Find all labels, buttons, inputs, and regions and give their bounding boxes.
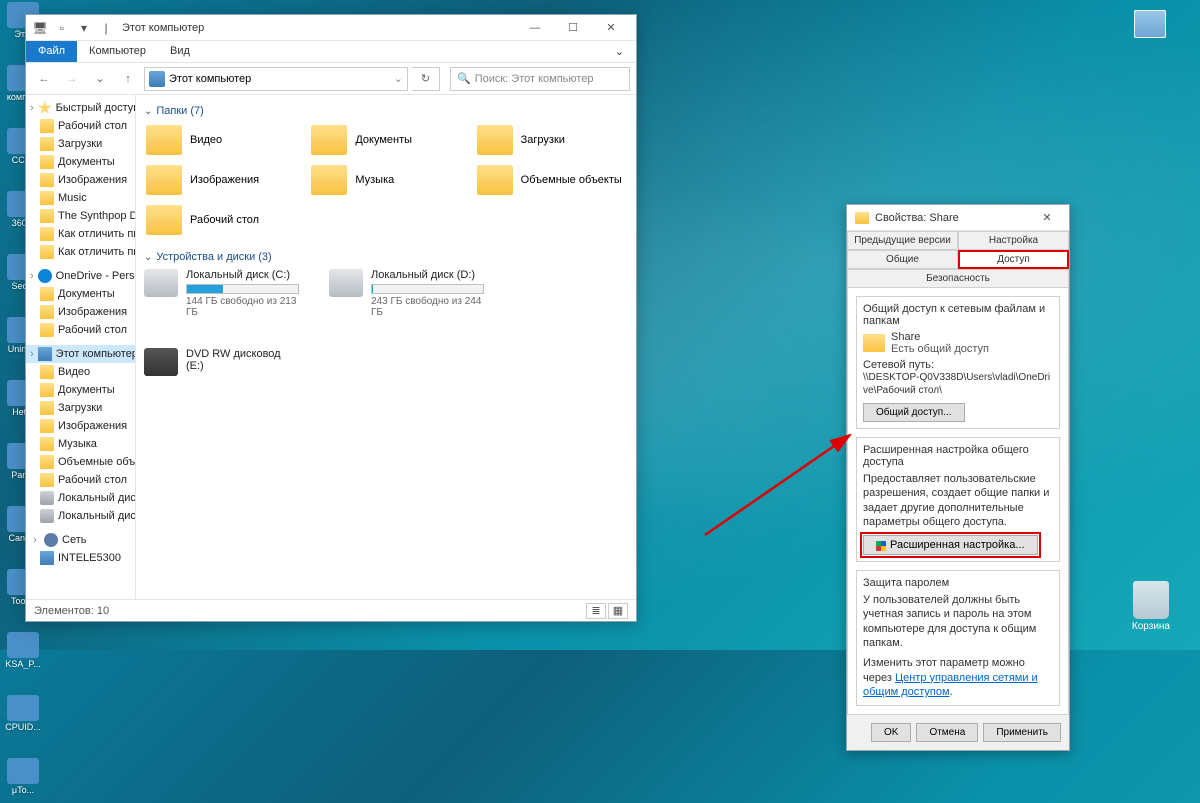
drive-item[interactable]: DVD RW дисковод (E:) [144, 348, 299, 376]
up-button[interactable]: ↑ [116, 67, 140, 91]
apply-button[interactable]: Применить [983, 723, 1061, 742]
nav-item[interactable]: Music [26, 189, 135, 207]
folder-item[interactable]: Видео [144, 123, 297, 157]
view-details-button[interactable]: ≣ [586, 603, 606, 619]
desktop-icon[interactable]: KSA_P... [2, 632, 44, 677]
tab-general[interactable]: Общие [847, 250, 958, 269]
maximize-button[interactable]: ☐ [554, 16, 592, 40]
explorer-window: 🖥 ▫ ▾ | Этот компьютер — ☐ ✕ Файл Компью… [25, 14, 637, 622]
dialog-footer: OK Отмена Применить [847, 715, 1069, 750]
status-bar: Элементов: 10 ≣ ▦ [26, 599, 636, 621]
nav-onedrive[interactable]: OneDrive - Personal [26, 267, 135, 285]
nav-item[interactable]: Видео [26, 363, 135, 381]
dropdown-icon[interactable]: ▾ [76, 20, 92, 36]
advanced-sharing-button[interactable]: Расширенная настройка... [863, 535, 1038, 555]
nav-item[interactable]: Документы [26, 381, 135, 399]
nav-item[interactable]: Изображения [26, 171, 135, 189]
nav-item[interactable]: INTELE5300 [26, 549, 135, 567]
path-box[interactable]: Этот компьютер ⌄ [144, 67, 408, 91]
tab-previous-versions[interactable]: Предыдущие версии [847, 231, 958, 250]
tab-security[interactable]: Безопасность [847, 269, 1069, 288]
tab-file[interactable]: Файл [26, 41, 77, 62]
password-group: Защита паролем У пользователей должны бы… [856, 570, 1060, 706]
folder-item[interactable]: Объемные объекты [475, 163, 628, 197]
nav-item[interactable]: Изображения [26, 303, 135, 321]
item-count: Элементов: 10 [34, 605, 109, 617]
drive-item[interactable]: Локальный диск (C:)144 ГБ свободно из 21… [144, 269, 299, 318]
folder-icon: ▫ [54, 20, 70, 36]
content-pane: Папки (7) Видео Документы Загрузки Изображе… [136, 95, 636, 599]
nav-network[interactable]: Сеть [26, 531, 135, 549]
nav-item[interactable]: Рабочий стол [26, 321, 135, 339]
properties-dialog: Свойства: Share ✕ Предыдущие версии Наст… [846, 204, 1070, 751]
window-title: Этот компьютер [122, 22, 204, 34]
pc-icon: 🖥 [32, 20, 48, 36]
nav-item[interactable]: Загрузки [26, 399, 135, 417]
nav-this-pc[interactable]: Этот компьютер [26, 345, 135, 363]
nav-item[interactable]: Как отличить пира [26, 243, 135, 261]
nav-item[interactable]: Рабочий стол [26, 471, 135, 489]
close-button[interactable]: ✕ [592, 16, 630, 40]
folder-item[interactable]: Документы [309, 123, 462, 157]
recycle-bin[interactable]: Корзина [1132, 581, 1170, 632]
folder-item[interactable]: Музыка [309, 163, 462, 197]
trash-icon [1133, 581, 1169, 619]
pc-icon [149, 71, 165, 87]
shield-icon [876, 541, 886, 551]
tab-customize[interactable]: Настройка [958, 231, 1069, 250]
cancel-button[interactable]: Отмена [916, 723, 978, 742]
nav-item[interactable]: Рабочий стол [26, 117, 135, 135]
share-button[interactable]: Общий доступ... [863, 403, 965, 422]
group-folders[interactable]: Папки (7) [144, 101, 628, 123]
ok-button[interactable]: OK [871, 723, 911, 742]
nav-item[interactable]: Как отличить пира [26, 225, 135, 243]
folder-icon [855, 212, 869, 224]
tab-view[interactable]: Вид [158, 41, 202, 62]
desktop-icon[interactable]: μTo... [2, 758, 44, 803]
advanced-sharing-group: Расширенная настройка общего доступа Пре… [856, 437, 1060, 562]
chevron-down-icon[interactable]: ⌄ [394, 72, 403, 85]
folder-item[interactable]: Изображения [144, 163, 297, 197]
nav-item[interactable]: Музыка [26, 435, 135, 453]
tab-computer[interactable]: Компьютер [77, 41, 158, 62]
drive-item[interactable]: Локальный диск (D:)243 ГБ свободно из 24… [329, 269, 484, 318]
nav-quick-access[interactable]: Быстрый доступ [26, 99, 135, 117]
network-sharing-group: Общий доступ к сетевым файлам и папкам S… [856, 296, 1060, 429]
tabs: Предыдущие версии Настройка Общие Доступ… [847, 231, 1069, 288]
recent-button[interactable]: ⌄ [88, 67, 112, 91]
dialog-titlebar[interactable]: Свойства: Share ✕ [847, 205, 1069, 231]
minimize-button[interactable]: — [516, 16, 554, 40]
nav-item[interactable]: Документы [26, 285, 135, 303]
refresh-button[interactable]: ↻ [412, 67, 440, 91]
desktop-icon[interactable]: CPUID... [2, 695, 44, 740]
accounts-icon[interactable] [1134, 10, 1166, 38]
forward-button[interactable]: → [60, 67, 84, 91]
address-bar: ← → ⌄ ↑ Этот компьютер ⌄ ↻ Поиск: Этот к… [26, 63, 636, 95]
nav-item[interactable]: Изображения [26, 417, 135, 435]
nav-item[interactable]: Объемные объекты [26, 453, 135, 471]
tab-sharing[interactable]: Доступ [958, 250, 1069, 269]
nav-item[interactable]: The Synthpop Disco [26, 207, 135, 225]
nav-item[interactable]: Локальный диск (D:) [26, 507, 135, 525]
view-icons-button[interactable]: ▦ [608, 603, 628, 619]
ribbon-expand[interactable]: ⌄ [603, 41, 636, 62]
folder-item[interactable]: Загрузки [475, 123, 628, 157]
folder-icon [863, 334, 885, 352]
nav-item[interactable]: Локальный диск (C:) [26, 489, 135, 507]
ribbon-tabs: Файл Компьютер Вид ⌄ [26, 41, 636, 63]
nav-item[interactable]: Загрузки [26, 135, 135, 153]
separator: | [98, 20, 114, 36]
back-button[interactable]: ← [32, 67, 56, 91]
folder-item[interactable]: Рабочий стол [144, 203, 297, 237]
group-drives[interactable]: Устройства и диски (3) [144, 247, 628, 269]
nav-item[interactable]: Документы [26, 153, 135, 171]
search-input[interactable]: Поиск: Этот компьютер [450, 67, 630, 91]
close-button[interactable]: ✕ [1033, 211, 1061, 224]
nav-pane: Быстрый доступ Рабочий столЗагрузкиДокум… [26, 95, 136, 599]
titlebar[interactable]: 🖥 ▫ ▾ | Этот компьютер — ☐ ✕ [26, 15, 636, 41]
